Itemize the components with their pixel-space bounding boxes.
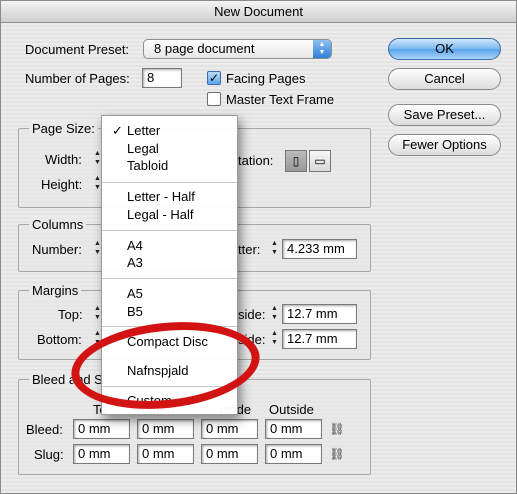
menu-item-letter-half[interactable]: Letter - Half <box>102 188 237 206</box>
margins-inside-label: side: <box>238 307 266 322</box>
margins-inside-field[interactable]: 12.7 mm <box>282 304 357 324</box>
landscape-page-icon: ▭ <box>314 154 326 168</box>
document-preset-label: Document Preset: <box>25 42 130 57</box>
menu-item-custom[interactable]: Custom <box>102 392 237 410</box>
margins-title: Margins <box>29 283 82 299</box>
menu-separator <box>102 230 237 231</box>
page-size-menu: ✓ Letter Legal Tabloid Letter - Half Leg… <box>101 115 238 415</box>
bleed-link-icon[interactable]: ⛓ <box>329 419 345 439</box>
slug-label: Slug: <box>34 447 64 462</box>
menu-item-tabloid[interactable]: Tabloid <box>102 157 237 175</box>
window-title: New Document <box>1 1 516 23</box>
menu-separator <box>102 386 237 387</box>
menu-item-b5[interactable]: B5 <box>102 303 237 321</box>
menu-separator <box>102 278 237 279</box>
portrait-page-icon: ▯ <box>292 154 300 168</box>
popup-arrows-icon: ▲ ▼ <box>313 40 331 58</box>
ok-button[interactable]: OK <box>388 38 501 60</box>
slug-link-icon[interactable]: ⛓ <box>329 444 345 464</box>
document-preset-popup[interactable]: 8 page document ▲ ▼ <box>143 39 332 59</box>
document-preset-value: 8 page document <box>154 41 255 56</box>
margins-outside-stepper[interactable]: ▲ ▼ <box>269 329 280 349</box>
new-document-dialog: New Document Document Preset: 8 page doc… <box>0 0 517 494</box>
menu-item-legal[interactable]: Legal <box>102 140 237 158</box>
page-size-title: Page Size: <box>29 121 98 137</box>
margins-outside-label: side: <box>238 332 266 347</box>
bleed-label: Bleed: <box>26 422 63 437</box>
bleed-top-field[interactable]: 0 mm <box>73 419 130 439</box>
number-of-pages-label: Number of Pages: <box>25 71 130 86</box>
menu-separator <box>102 326 237 327</box>
cancel-button[interactable]: Cancel <box>388 68 501 90</box>
bleed-col-outside-label: Outside <box>269 402 314 417</box>
bleed-bottom-field[interactable]: 0 mm <box>137 419 194 439</box>
orientation-label: tation: <box>238 153 274 168</box>
menu-item-a3[interactable]: A3 <box>102 254 237 272</box>
menu-item-compact-disc[interactable]: Compact Disc <box>102 333 237 351</box>
height-label: Height: <box>41 177 83 192</box>
margins-inside-stepper[interactable]: ▲ ▼ <box>269 304 280 324</box>
gutter-label: tter: <box>238 242 261 257</box>
menu-item-a5[interactable]: A5 <box>102 285 237 303</box>
menu-item-nafnspjald[interactable]: Nafnspjald <box>102 362 237 380</box>
save-preset-button[interactable]: Save Preset... <box>388 104 501 126</box>
landscape-orientation-button[interactable]: ▭ <box>309 150 331 172</box>
facing-pages-label: Facing Pages <box>226 71 306 86</box>
margins-top-label: Top: <box>58 307 83 322</box>
menu-item-letter[interactable]: ✓ Letter <box>102 122 237 140</box>
master-text-frame-checkbox[interactable] <box>207 92 221 106</box>
slug-outside-field[interactable]: 0 mm <box>265 444 322 464</box>
gutter-field[interactable]: 4.233 mm <box>282 239 357 259</box>
menu-item-a4[interactable]: A4 <box>102 237 237 255</box>
portrait-orientation-button[interactable]: ▯ <box>285 150 307 172</box>
menu-item-legal-half[interactable]: Legal - Half <box>102 206 237 224</box>
master-text-frame-label: Master Text Frame <box>226 92 335 107</box>
columns-number-label: Number: <box>32 242 82 257</box>
width-label: Width: <box>45 152 82 167</box>
columns-title: Columns <box>29 217 87 233</box>
slug-top-field[interactable]: 0 mm <box>73 444 130 464</box>
slug-bottom-field[interactable]: 0 mm <box>137 444 194 464</box>
margins-bottom-label: Bottom: <box>37 332 82 347</box>
checkmark-icon: ✓ <box>112 123 123 138</box>
bleed-inside-field[interactable]: 0 mm <box>201 419 258 439</box>
margins-outside-field[interactable]: 12.7 mm <box>282 329 357 349</box>
checkmark-icon: ✓ <box>208 71 220 85</box>
bleed-slug-title: Bleed and S <box>29 372 106 388</box>
menu-separator <box>102 182 237 183</box>
bleed-outside-field[interactable]: 0 mm <box>265 419 322 439</box>
gutter-stepper[interactable]: ▲ ▼ <box>269 239 280 259</box>
slug-inside-field[interactable]: 0 mm <box>201 444 258 464</box>
fewer-options-button[interactable]: Fewer Options <box>388 134 501 156</box>
facing-pages-checkbox[interactable]: ✓ <box>207 71 221 85</box>
number-of-pages-field[interactable]: 8 <box>142 68 182 88</box>
